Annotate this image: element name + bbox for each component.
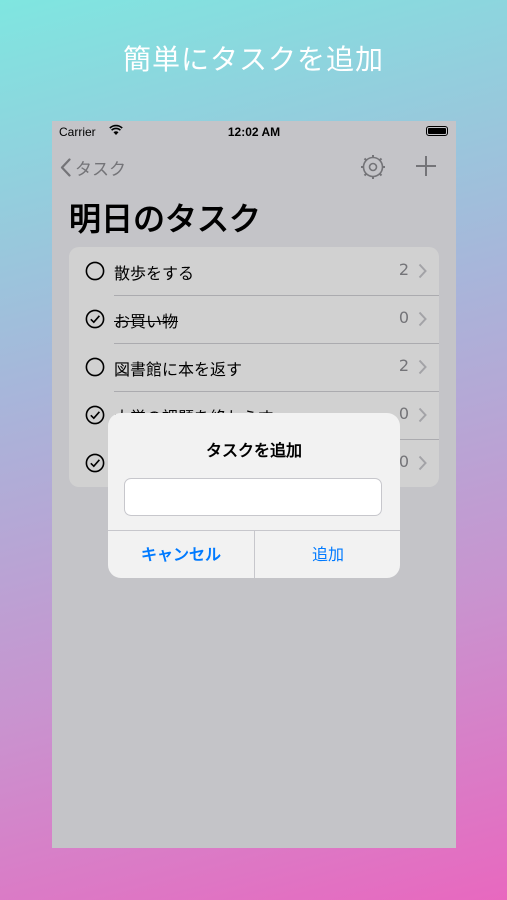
task-name-input[interactable] (124, 478, 382, 516)
dialog-title: タスクを追加 (205, 441, 302, 460)
add-button[interactable]: 追加 (255, 531, 400, 578)
phone-screen: Carrier 12:02 AM タスク 明日のタスク 散歩をする 2 お買い物… (52, 121, 456, 848)
promo-headline: 簡単にタスクを追加 (122, 43, 384, 76)
add-task-dialog: タスクを追加 キャンセル 追加 (108, 413, 400, 578)
cancel-button[interactable]: キャンセル (108, 531, 254, 578)
